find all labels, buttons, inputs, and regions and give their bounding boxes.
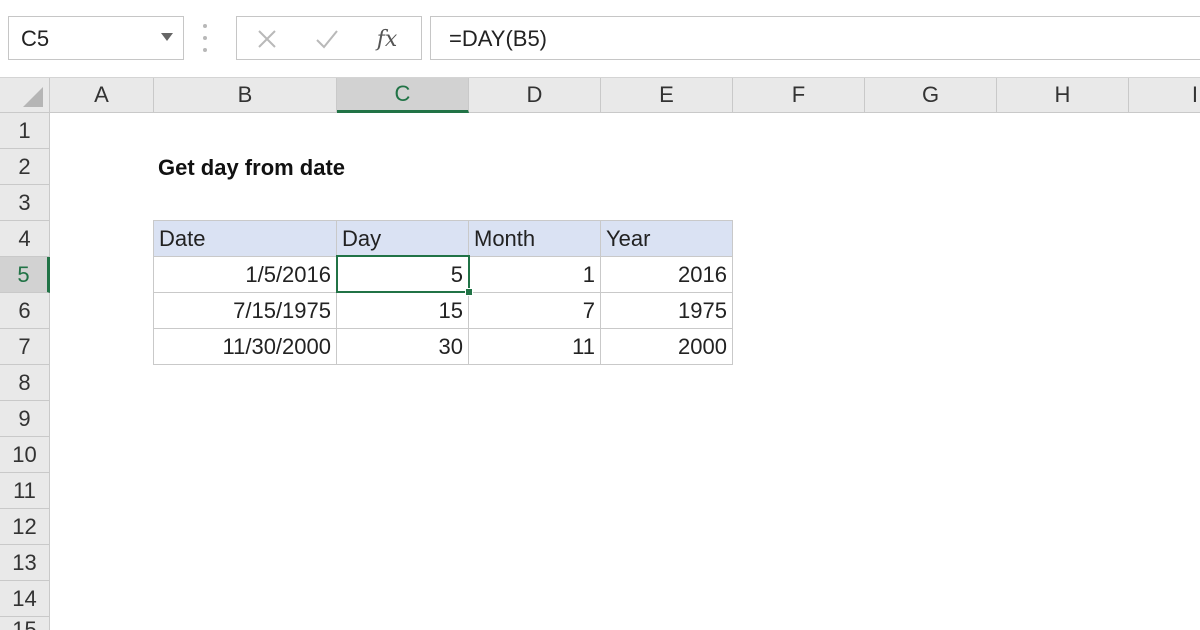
table-cell-year[interactable]: 1975 <box>601 293 733 329</box>
table-cell-day[interactable]: 15 <box>337 293 469 329</box>
row-header-9[interactable]: 9 <box>0 401 50 437</box>
formula-input[interactable]: =DAY(B5) <box>430 16 1200 60</box>
table-header-date[interactable]: Date <box>153 220 337 257</box>
formula-value: =DAY(B5) <box>449 26 548 51</box>
column-header-g[interactable]: G <box>865 78 997 113</box>
function-icon: fx <box>376 26 398 52</box>
chevron-down-icon[interactable] <box>161 33 173 41</box>
row-header-1[interactable]: 1 <box>0 113 50 149</box>
name-box[interactable]: C5 <box>8 16 184 60</box>
table-header-year[interactable]: Year <box>601 220 733 257</box>
check-icon <box>316 30 338 49</box>
formula-bar: C5 fx =DAY(B5) <box>0 0 1200 78</box>
select-all-icon <box>23 87 43 107</box>
row-header-7[interactable]: 7 <box>0 329 50 365</box>
column-header-i[interactable]: I <box>1129 78 1200 113</box>
select-all-button[interactable] <box>0 78 50 113</box>
table-header-month[interactable]: Month <box>469 220 601 257</box>
table-cell-date[interactable]: 7/15/1975 <box>153 293 337 329</box>
worksheet-grid: A B C D E F G H I 1 2 3 4 5 6 7 8 9 10 1… <box>0 78 1200 630</box>
row-header-4[interactable]: 4 <box>0 221 50 257</box>
row-header-13[interactable]: 13 <box>0 545 50 581</box>
table-cell-day[interactable]: 5 <box>337 257 469 293</box>
row-header-8[interactable]: 8 <box>0 365 50 401</box>
row-header-11[interactable]: 11 <box>0 473 50 509</box>
table-cell-date[interactable]: 11/30/2000 <box>153 329 337 365</box>
column-header-h[interactable]: H <box>997 78 1129 113</box>
column-header-e[interactable]: E <box>601 78 733 113</box>
table-cell-month[interactable]: 1 <box>469 257 601 293</box>
row-header-15[interactable]: 15 <box>0 617 50 630</box>
row-header-14[interactable]: 14 <box>0 581 50 617</box>
table-cell-date[interactable]: 1/5/2016 <box>153 257 337 293</box>
formula-buttons: fx <box>236 16 422 60</box>
table-cell-year[interactable]: 2000 <box>601 329 733 365</box>
column-header-b[interactable]: B <box>154 78 337 113</box>
row-header-3[interactable]: 3 <box>0 185 50 221</box>
row-header-5[interactable]: 5 <box>0 257 50 293</box>
cancel-button[interactable] <box>247 21 287 57</box>
row-header-12[interactable]: 12 <box>0 509 50 545</box>
table-cell-year[interactable]: 2016 <box>601 257 733 293</box>
table-header-day[interactable]: Day <box>337 220 469 257</box>
table-cell-month[interactable]: 7 <box>469 293 601 329</box>
row-header-6[interactable]: 6 <box>0 293 50 329</box>
table-cell-day[interactable]: 30 <box>337 329 469 365</box>
column-header-a[interactable]: A <box>50 78 154 113</box>
insert-function-button[interactable]: fx <box>367 21 407 57</box>
column-header-f[interactable]: F <box>733 78 865 113</box>
row-header-2[interactable]: 2 <box>0 149 50 185</box>
table-cell-month[interactable]: 11 <box>469 329 601 365</box>
close-icon <box>258 30 276 48</box>
column-header-d[interactable]: D <box>469 78 601 113</box>
enter-button[interactable] <box>307 21 347 57</box>
drag-handle-icon[interactable] <box>202 24 208 52</box>
name-box-value: C5 <box>21 26 50 51</box>
row-header-10[interactable]: 10 <box>0 437 50 473</box>
sheet-title[interactable]: Get day from date <box>158 155 345 181</box>
column-header-c[interactable]: C <box>337 78 469 113</box>
